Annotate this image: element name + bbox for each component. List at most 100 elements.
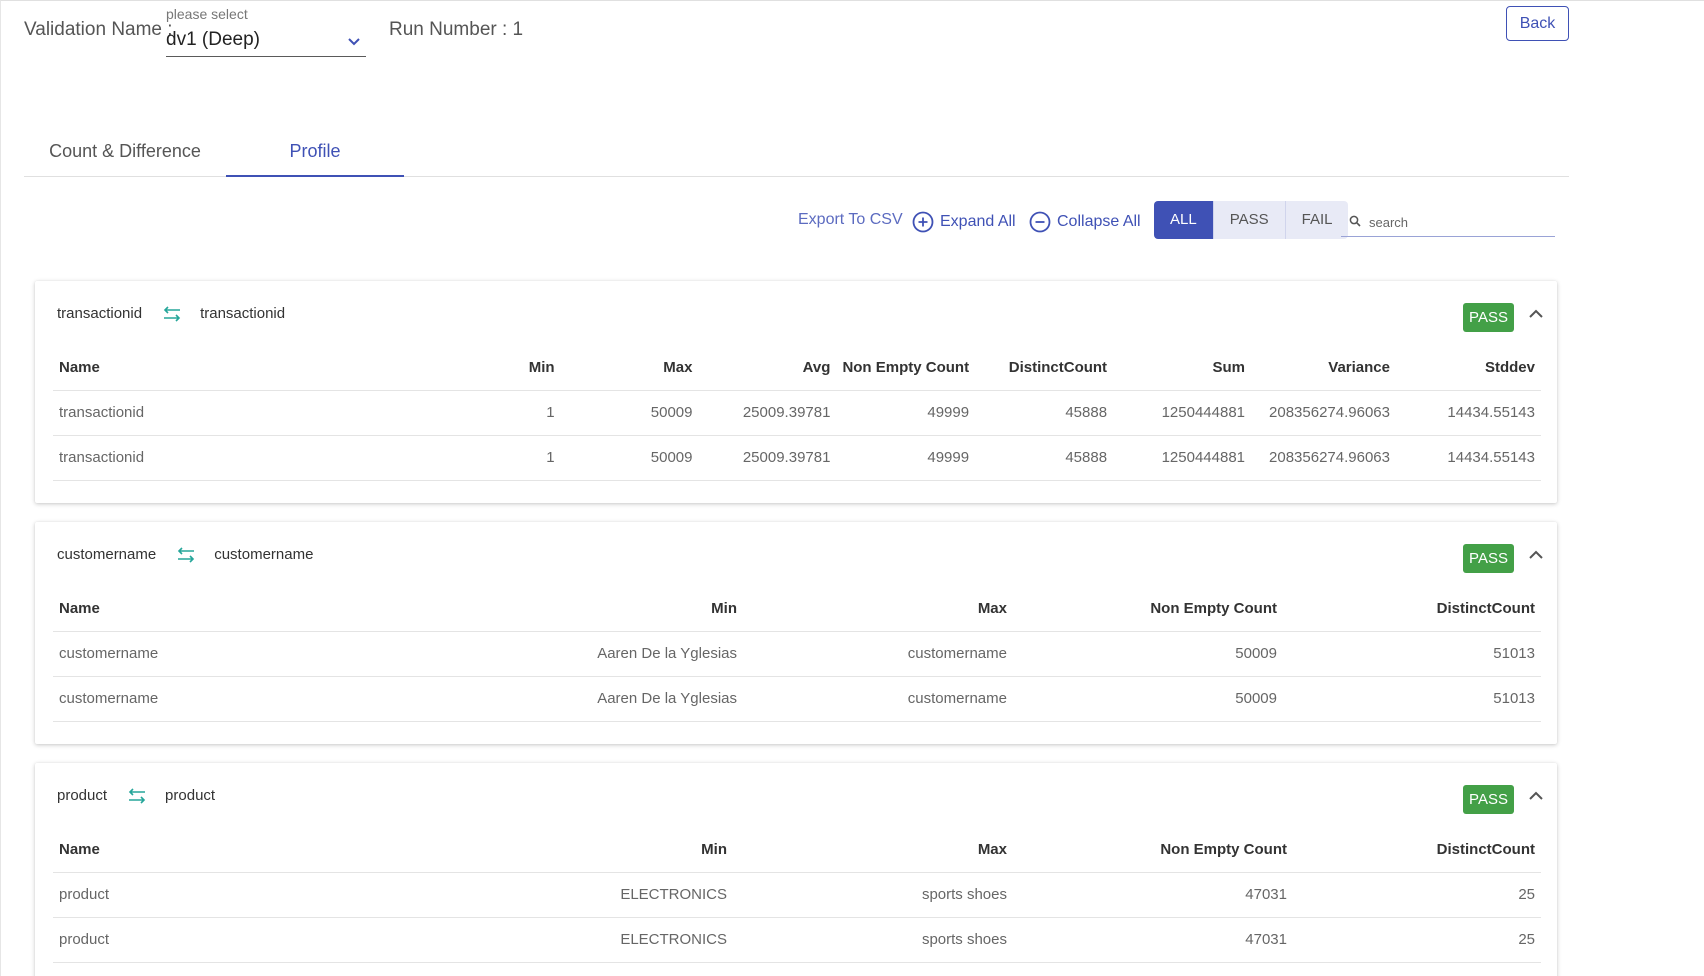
column-header: Max [977,840,1007,858]
source-column-name: transactionid [57,305,143,322]
card-title: transactionid transactionid [57,305,285,322]
table-cell: 25 [1293,916,1541,963]
table-cell: 45888 [975,389,1114,435]
table-header-row: Name Min Max Avg Non Empty Count Distinc… [53,345,1541,390]
minus-circle-icon [1029,211,1051,233]
column-header: Name [59,358,100,376]
swap-arrows-icon [163,305,181,322]
table-cell: customername [743,630,1013,676]
tab-count-difference[interactable]: Count & Difference [24,129,226,177]
column-header: Non Empty Count [1160,840,1287,858]
table-cell: customername [53,630,473,676]
table-cell: 51013 [1283,675,1541,722]
table-cell: product [53,871,453,917]
chevron-down-icon [348,38,360,46]
table-cell: 51013 [1283,630,1541,676]
card-title: product product [57,787,215,804]
column-header: Name [59,840,100,858]
select-value: dv1 (Deep) [166,29,260,50]
validation-name-select[interactable]: please select dv1 (Deep) [166,5,366,57]
table-cell: 1 [432,389,561,435]
target-column-name: product [165,787,216,804]
status-filter-group: ALL PASS FAIL [1154,201,1349,239]
column-header: Min [701,840,727,858]
swap-arrows-icon [128,787,146,804]
column-header: Sum [1212,358,1246,376]
table-cell: product [53,916,453,963]
table-cell: 25009.39781 [698,434,837,481]
swap-arrows-icon [178,546,195,563]
search-input[interactable] [1369,209,1549,235]
profile-card-customername: customername customername PASS Name Min … [35,522,1557,744]
chevron-up-icon[interactable] [1527,787,1545,805]
column-header: Avg [802,358,831,376]
profile-table: Name Min Max Avg Non Empty Count Distinc… [53,345,1541,481]
filter-pass-button[interactable]: PASS [1213,201,1286,239]
table-header-row: Name Min Max Non Empty Count DistinctCou… [53,827,1541,872]
table-cell: 45888 [975,434,1114,481]
table-cell: 47031 [1013,916,1293,963]
table-cell: 25009.39781 [698,389,837,435]
export-csv-link[interactable]: Export To CSV [798,211,903,229]
status-badge: PASS [1463,303,1514,332]
profile-table: Name Min Max Non Empty Count DistinctCou… [53,586,1541,722]
table-cell: 49999 [836,434,976,481]
table-row: customername Aaren De la Yglesias custom… [53,630,1541,676]
column-header: Stddev [1484,358,1535,376]
table-cell: 49999 [836,389,976,435]
column-header: Min [528,358,555,376]
column-header: Name [59,599,100,617]
table-cell: customername [743,675,1013,722]
table-cell: 14434.55143 [1396,434,1541,481]
table-cell: 25 [1293,871,1541,917]
table-row: transactionid 1 50009 25009.39781 49999 … [53,389,1541,435]
table-cell: ELECTRONICS [453,916,733,963]
column-header: Min [711,599,737,617]
source-column-name: customername [57,546,157,563]
table-row: product ELECTRONICS sports shoes 47031 2… [53,916,1541,963]
profile-card-product: product product PASS Name Min Max Non Em… [35,763,1557,976]
target-column-name: transactionid [200,305,286,322]
profile-card-transactionid: transactionid transactionid PASS Name Mi… [35,281,1557,503]
card-title: customername customername [57,546,313,563]
table-cell: sports shoes [733,916,1013,963]
tab-bar: Count & Difference Profile [24,129,1569,177]
search-field [1341,207,1555,237]
back-button[interactable]: Back [1506,6,1569,41]
column-header: Non Empty Count [842,358,970,376]
table-cell: 1250444881 [1113,389,1252,435]
chevron-up-icon[interactable] [1527,305,1545,323]
filter-all-button[interactable]: ALL [1154,201,1214,239]
table-cell: 14434.55143 [1396,389,1541,435]
profile-table: Name Min Max Non Empty Count DistinctCou… [53,827,1541,963]
collapse-all-button[interactable]: Collapse All [1029,211,1141,233]
table-cell: 208356274.96063 [1251,434,1396,481]
target-column-name: customername [214,546,314,563]
tab-profile[interactable]: Profile [226,129,404,177]
column-header: DistinctCount [1436,840,1535,858]
column-header: DistinctCount [1008,358,1108,376]
status-badge: PASS [1463,544,1514,573]
source-column-name: product [57,787,108,804]
table-cell: 50009 [1013,630,1283,676]
table-cell: ELECTRONICS [453,871,733,917]
table-row: customername Aaren De la Yglesias custom… [53,675,1541,722]
table-row: transactionid 1 50009 25009.39781 49999 … [53,434,1541,481]
page: Validation Name : please select dv1 (Dee… [0,0,1704,976]
column-header: Max [663,358,693,376]
export-csv-label: Export To CSV [798,211,903,228]
collapse-all-label: Collapse All [1057,213,1141,230]
table-cell: 50009 [560,389,699,435]
expand-all-button[interactable]: Expand All [912,211,1016,233]
table-row: product ELECTRONICS sports shoes 47031 2… [53,871,1541,917]
table-cell: 50009 [1013,675,1283,722]
expand-all-label: Expand All [940,213,1016,230]
select-placeholder: please select [166,6,248,22]
filter-fail-button[interactable]: FAIL [1285,201,1349,239]
plus-circle-icon [912,211,934,233]
column-header: Non Empty Count [1150,599,1277,617]
column-header: DistinctCount [1436,599,1535,617]
table-header-row: Name Min Max Non Empty Count DistinctCou… [53,586,1541,631]
chevron-up-icon[interactable] [1527,546,1545,564]
column-header: Max [977,599,1007,617]
